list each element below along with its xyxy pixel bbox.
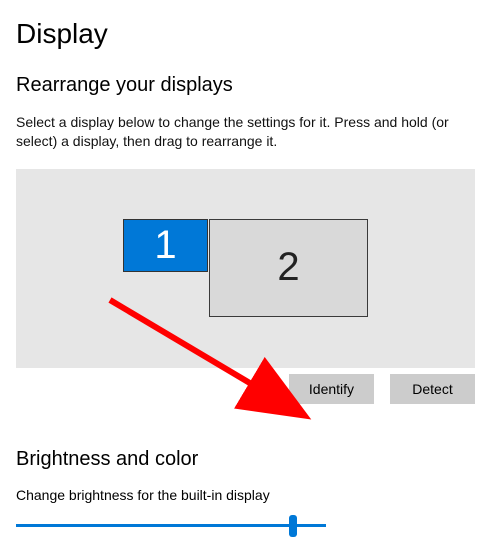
slider-thumb[interactable] bbox=[289, 515, 297, 537]
display-1-label: 1 bbox=[154, 223, 176, 268]
brightness-heading: Brightness and color bbox=[16, 448, 486, 471]
detect-button[interactable]: Detect bbox=[390, 374, 475, 404]
page-title: Display bbox=[16, 18, 486, 50]
display-tile-2[interactable]: 2 bbox=[209, 219, 368, 317]
display-arrangement-area[interactable]: 1 2 bbox=[16, 169, 475, 368]
button-row: Identify Detect bbox=[16, 374, 475, 404]
rearrange-description: Select a display below to change the set… bbox=[16, 113, 486, 151]
display-tile-1[interactable]: 1 bbox=[123, 219, 208, 272]
identify-button[interactable]: Identify bbox=[289, 374, 374, 404]
brightness-slider[interactable] bbox=[16, 515, 326, 535]
slider-track bbox=[16, 524, 326, 527]
brightness-label: Change brightness for the built-in displ… bbox=[16, 487, 486, 503]
rearrange-heading: Rearrange your displays bbox=[16, 74, 486, 97]
display-2-label: 2 bbox=[277, 245, 299, 290]
